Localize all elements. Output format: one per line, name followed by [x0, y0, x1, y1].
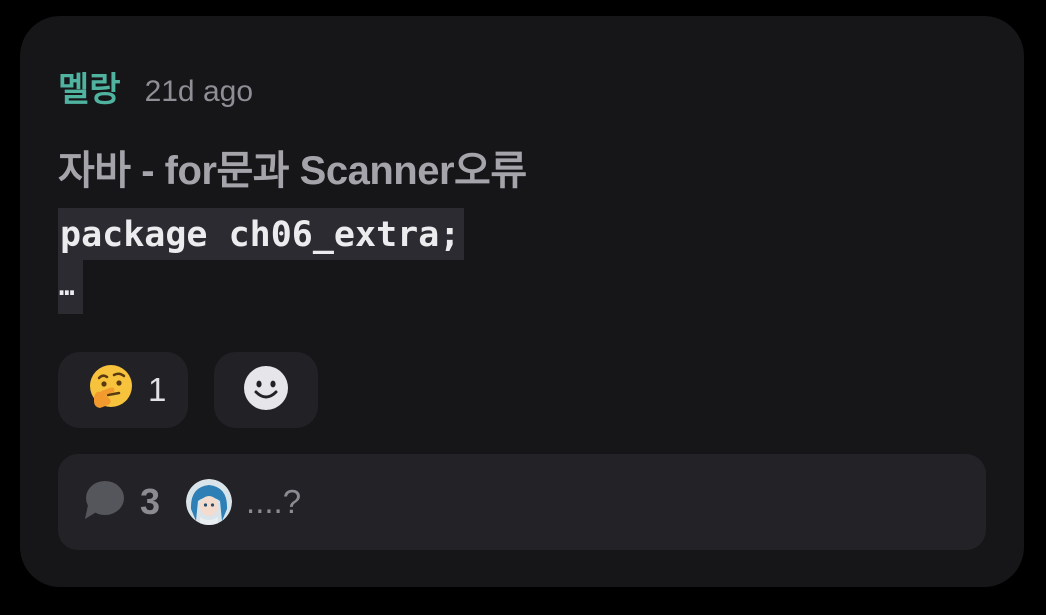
reply-count: 3 — [140, 481, 161, 522]
reaction-count: 1 — [148, 371, 167, 408]
add-reaction-button[interactable] — [214, 352, 318, 428]
code-line: package ch06_extra; — [58, 208, 465, 260]
reply-preview: ....? — [246, 483, 302, 520]
smiley-add-icon — [243, 365, 289, 415]
post-card[interactable]: 멜랑 21d ago 자바 - for문과 Scanner오류 package … — [20, 16, 1024, 587]
code-snippet: package ch06_extra; … — [58, 208, 465, 314]
speech-bubble-icon — [82, 479, 126, 525]
avatar — [186, 479, 233, 525]
post-title[interactable]: 자바 - for문과 Scanner오류 — [58, 138, 527, 196]
author-name[interactable]: 멜랑 — [58, 62, 121, 111]
reactions-bar: 1 — [58, 352, 318, 428]
code-ellipsis: … — [58, 260, 83, 314]
reaction-thinking-button[interactable]: 1 — [58, 352, 188, 428]
post-header: 멜랑 21d ago — [58, 62, 253, 111]
replies-bar[interactable]: 3 ....? — [58, 454, 986, 550]
post-timestamp: 21d ago — [144, 75, 254, 108]
thinking-face-icon — [86, 363, 136, 417]
